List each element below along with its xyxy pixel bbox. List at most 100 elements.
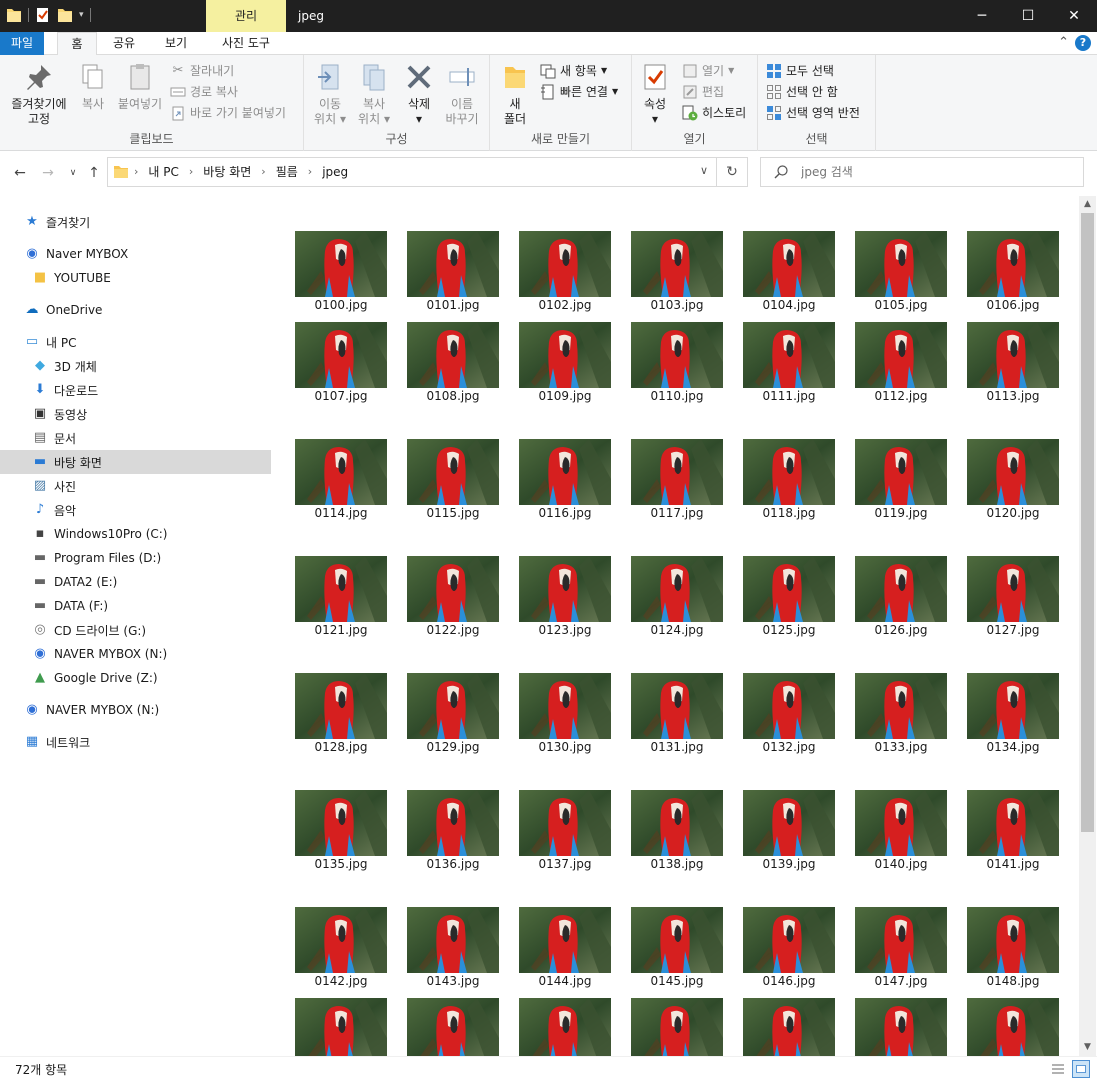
collapse-ribbon-icon[interactable]: ⌃: [1058, 32, 1069, 55]
file-thumbnail[interactable]: 0123.jpg: [519, 556, 611, 637]
file-thumbnail[interactable]: 0140.jpg: [855, 790, 947, 871]
file-thumbnail[interactable]: 0141.jpg: [967, 790, 1059, 871]
file-thumbnail[interactable]: 0144.jpg: [519, 907, 611, 988]
sidebar-item[interactable]: ■ YOUTUBE: [0, 266, 271, 290]
file-thumbnail[interactable]: 0145.jpg: [631, 907, 723, 988]
file-thumbnail[interactable]: [855, 998, 947, 1064]
qat-customize-icon[interactable]: ▾: [79, 10, 84, 20]
file-thumbnail[interactable]: 0142.jpg: [295, 907, 387, 988]
breadcrumb-separator[interactable]: ›: [189, 158, 193, 186]
file-thumbnail[interactable]: [967, 998, 1059, 1064]
rename-button[interactable]: 이름 바꾸기: [442, 61, 482, 127]
open-button[interactable]: 열기 ▼: [682, 61, 734, 81]
file-thumbnail[interactable]: 0125.jpg: [743, 556, 835, 637]
delete-button[interactable]: 삭제 ▾: [402, 61, 436, 127]
file-thumbnail[interactable]: 0120.jpg: [967, 439, 1059, 520]
file-thumbnail[interactable]: 0143.jpg: [407, 907, 499, 988]
file-thumbnail[interactable]: 0128.jpg: [295, 673, 387, 754]
pin-to-quick-access-button[interactable]: 즐겨찾기에 고정: [4, 61, 74, 127]
file-thumbnail[interactable]: [743, 998, 835, 1064]
tab-home[interactable]: 홈: [57, 32, 97, 56]
breadcrumb-separator[interactable]: ›: [308, 158, 312, 186]
file-thumbnail[interactable]: 0139.jpg: [743, 790, 835, 871]
file-thumbnail[interactable]: 0117.jpg: [631, 439, 723, 520]
search-input[interactable]: [801, 158, 1071, 186]
copy-path-button[interactable]: 경로 복사: [170, 82, 238, 102]
history-button[interactable]: 히스토리: [682, 103, 746, 123]
sidebar-item[interactable]: ▬ 바탕 화면: [0, 450, 271, 474]
file-thumbnail[interactable]: 0138.jpg: [631, 790, 723, 871]
file-thumbnail[interactable]: [295, 998, 387, 1064]
file-thumbnail[interactable]: 0147.jpg: [855, 907, 947, 988]
file-thumbnail[interactable]: 0130.jpg: [519, 673, 611, 754]
up-arrow-icon[interactable]: ↑: [85, 164, 103, 182]
file-thumbnail[interactable]: 0104.jpg: [743, 231, 835, 312]
breadcrumb-item-film[interactable]: 필름: [276, 158, 298, 186]
file-thumbnail[interactable]: 0135.jpg: [295, 790, 387, 871]
paste-shortcut-button[interactable]: 바로 가기 붙여넣기: [170, 103, 286, 123]
file-thumbnail[interactable]: 0114.jpg: [295, 439, 387, 520]
file-thumbnail[interactable]: 0115.jpg: [407, 439, 499, 520]
file-thumbnail[interactable]: 0127.jpg: [967, 556, 1059, 637]
sidebar-item[interactable]: ▣ 동영상: [0, 402, 271, 426]
scroll-down-arrow-icon[interactable]: ▼: [1079, 1039, 1096, 1056]
file-thumbnail[interactable]: 0102.jpg: [519, 231, 611, 312]
easy-access-button[interactable]: 빠른 연결 ▼: [540, 82, 618, 102]
file-thumbnail[interactable]: 0101.jpg: [407, 231, 499, 312]
address-bar[interactable]: › 내 PC › 바탕 화면 › 필름 › jpeg ∨: [107, 157, 717, 187]
cut-button[interactable]: ✂ 잘라내기: [170, 61, 235, 81]
refresh-icon[interactable]: ↻: [717, 157, 748, 187]
file-thumbnail[interactable]: 0109.jpg: [519, 322, 611, 403]
file-thumbnail[interactable]: 0107.jpg: [295, 322, 387, 403]
recent-locations-icon[interactable]: ∨: [64, 164, 82, 182]
address-history-chevron-icon[interactable]: ∨: [700, 164, 708, 177]
maximize-button[interactable]: ☐: [1005, 0, 1051, 32]
file-thumbnail[interactable]: [407, 998, 499, 1064]
properties-button[interactable]: 속성 ▾: [638, 61, 672, 127]
file-thumbnail[interactable]: 0113.jpg: [967, 322, 1059, 403]
file-thumbnail[interactable]: 0106.jpg: [967, 231, 1059, 312]
tab-share[interactable]: 공유: [102, 32, 146, 55]
sidebar-item[interactable]: ▬ Program Files (D:): [0, 546, 271, 570]
sidebar-item[interactable]: ▪ Windows10Pro (C:): [0, 522, 271, 546]
sidebar-item[interactable]: ▲ Google Drive (Z:): [0, 666, 271, 690]
vertical-scrollbar[interactable]: ▲ ▼: [1079, 196, 1096, 1056]
file-thumbnail[interactable]: 0148.jpg: [967, 907, 1059, 988]
breadcrumb-item-desktop[interactable]: 바탕 화면: [203, 158, 251, 186]
sidebar-item[interactable]: ◆ 3D 개체: [0, 354, 271, 378]
sidebar-item[interactable]: ▨ 사진: [0, 474, 271, 498]
file-thumbnail[interactable]: 0132.jpg: [743, 673, 835, 754]
file-thumbnail[interactable]: 0112.jpg: [855, 322, 947, 403]
paste-button[interactable]: 붙여넣기: [114, 61, 166, 112]
copy-to-button[interactable]: 복사 위치 ▾: [354, 61, 394, 127]
file-thumbnail[interactable]: 0105.jpg: [855, 231, 947, 312]
sidebar-item[interactable]: ◎ CD 드라이브 (G:): [0, 618, 271, 642]
sidebar-item[interactable]: ▬ DATA (F:): [0, 594, 271, 618]
file-thumbnail[interactable]: 0133.jpg: [855, 673, 947, 754]
tab-picture-tools[interactable]: 사진 도구: [206, 32, 286, 55]
scroll-up-arrow-icon[interactable]: ▲: [1079, 196, 1096, 213]
file-thumbnail[interactable]: 0134.jpg: [967, 673, 1059, 754]
file-thumbnail[interactable]: 0103.jpg: [631, 231, 723, 312]
move-to-button[interactable]: 이동 위치 ▾: [310, 61, 350, 127]
file-thumbnail[interactable]: 0137.jpg: [519, 790, 611, 871]
breadcrumb-item-my-pc[interactable]: 내 PC: [148, 158, 178, 186]
details-view-icon[interactable]: [1049, 1060, 1067, 1078]
forward-arrow-icon[interactable]: →: [39, 164, 57, 182]
sidebar-item[interactable]: ▤ 문서: [0, 426, 271, 450]
sidebar-item[interactable]: ▭ 내 PC: [0, 330, 271, 354]
file-thumbnail[interactable]: 0119.jpg: [855, 439, 947, 520]
new-folder-icon[interactable]: [57, 6, 73, 24]
breadcrumb-separator[interactable]: ›: [261, 158, 265, 186]
file-thumbnail[interactable]: 0108.jpg: [407, 322, 499, 403]
file-thumbnail[interactable]: 0126.jpg: [855, 556, 947, 637]
help-icon[interactable]: ?: [1075, 35, 1091, 51]
invert-selection-button[interactable]: 선택 영역 반전: [766, 103, 860, 123]
sidebar-item[interactable]: ▬ DATA2 (E:): [0, 570, 271, 594]
file-thumbnail[interactable]: 0129.jpg: [407, 673, 499, 754]
sidebar-item[interactable]: ◉ NAVER MYBOX (N:): [0, 698, 271, 722]
file-thumbnail[interactable]: 0122.jpg: [407, 556, 499, 637]
sidebar-item[interactable]: ☁ OneDrive: [0, 298, 271, 322]
edit-button[interactable]: 편집: [682, 82, 724, 102]
scrollbar-thumb[interactable]: [1081, 213, 1094, 832]
